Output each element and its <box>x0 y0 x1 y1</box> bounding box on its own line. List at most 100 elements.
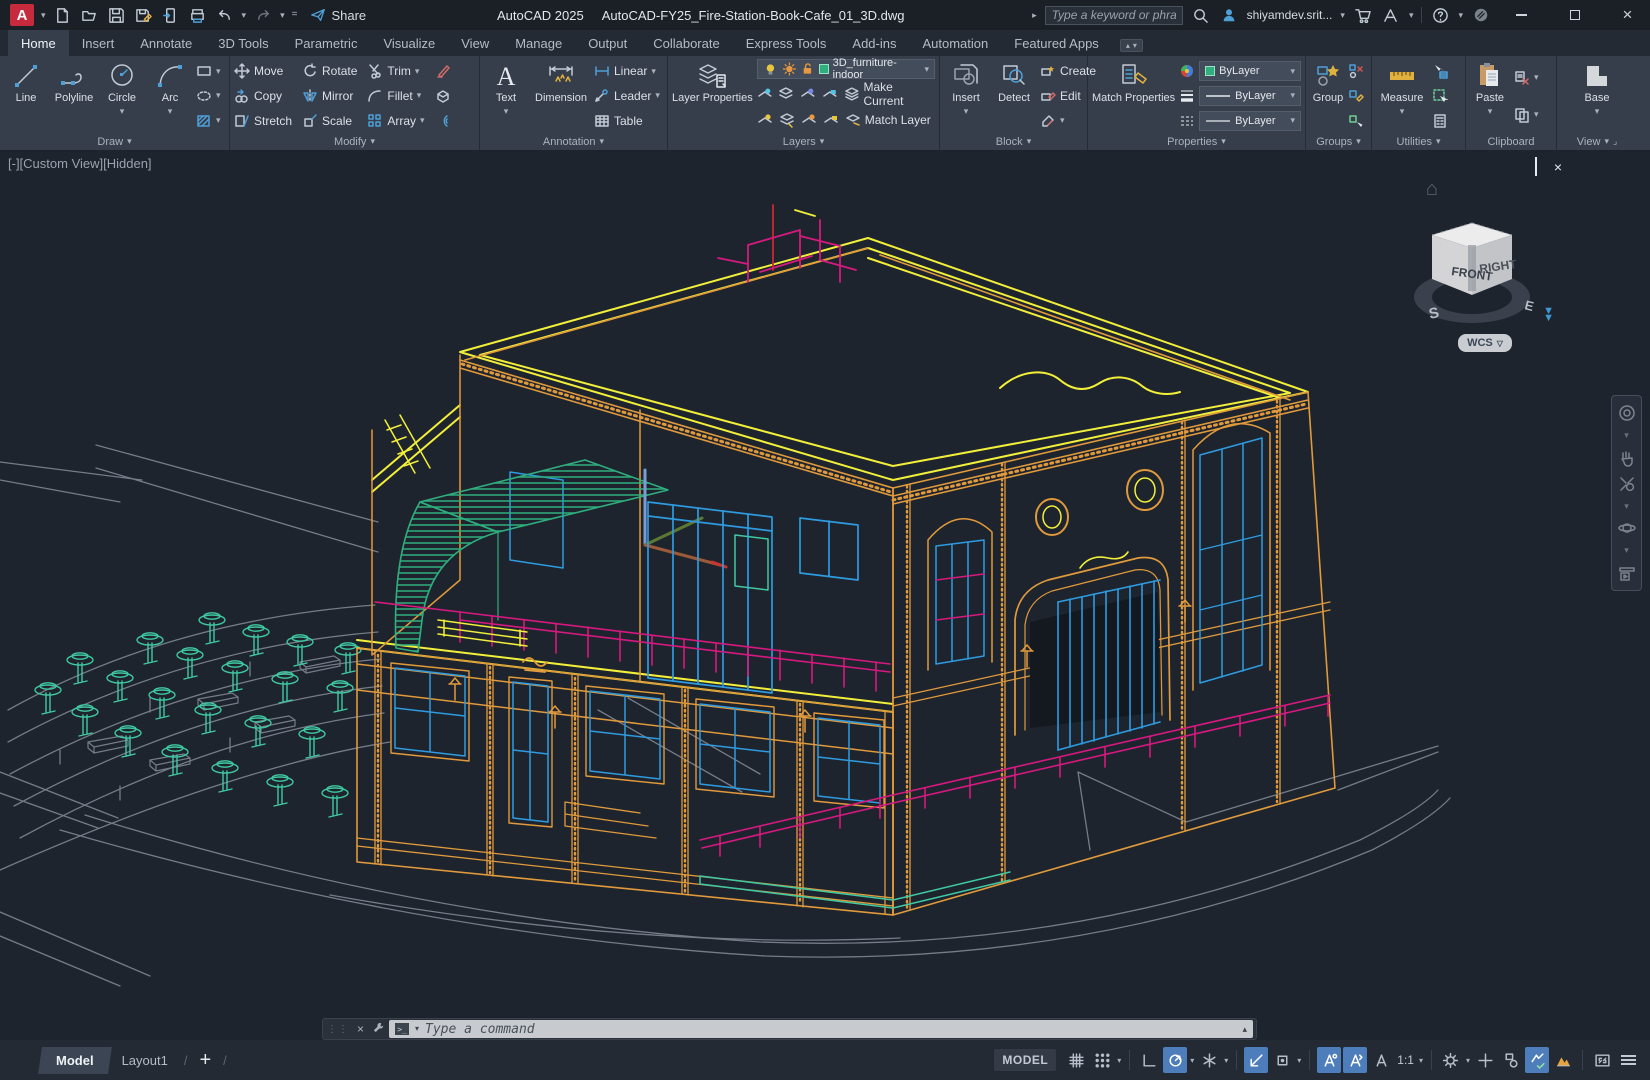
layer-on-icon[interactable] <box>757 112 773 128</box>
layer-unlock-icon[interactable] <box>823 112 839 128</box>
leader-button[interactable]: Leader▾ <box>594 84 660 107</box>
tab-add-ins[interactable]: Add-ins <box>839 30 909 56</box>
group-edit-icon[interactable] <box>1348 84 1364 107</box>
tab-automation[interactable]: Automation <box>909 30 1001 56</box>
command-input[interactable] <box>425 1022 1236 1037</box>
quick-select-icon[interactable] <box>1432 60 1448 83</box>
tab-parametric[interactable]: Parametric <box>282 30 371 56</box>
fullscreen-icon[interactable] <box>1590 1047 1614 1073</box>
fillet-button[interactable]: Fillet▾ <box>367 84 424 107</box>
viewcube-expand-chevrons-icon[interactable]: ▼▼ <box>1543 308 1554 321</box>
isolate-objects-icon[interactable] <box>1499 1047 1523 1073</box>
orbit-chevron-icon[interactable]: ▾ <box>1624 546 1629 555</box>
tab-output[interactable]: Output <box>575 30 640 56</box>
object-snap-tracking-toggle[interactable] <box>1244 1047 1268 1073</box>
viewcube-home-icon[interactable]: ⌂ <box>1426 178 1438 201</box>
match-properties-button[interactable]: Match Properties <box>1092 59 1175 133</box>
search-input[interactable] <box>1045 6 1183 25</box>
object-color-combo[interactable]: ByLayer▾ <box>1199 61 1301 81</box>
share-button[interactable]: Share <box>310 7 366 23</box>
copy-button[interactable]: Copy <box>234 84 292 107</box>
panel-label-properties[interactable]: Properties▾ <box>1088 133 1305 150</box>
grid-display-toggle[interactable] <box>1064 1047 1088 1073</box>
stretch-button[interactable]: Stretch <box>234 109 292 132</box>
model-tab[interactable]: Model <box>38 1047 111 1074</box>
isometric-drafting-toggle[interactable] <box>1197 1047 1221 1073</box>
new-layout-button[interactable]: + <box>191 1049 219 1072</box>
clean-screen-icon[interactable] <box>1551 1047 1575 1073</box>
viewport-close-icon[interactable]: × <box>1554 159 1562 175</box>
show-motion-icon[interactable] <box>1618 564 1636 582</box>
panel-label-draw[interactable]: Draw▾ <box>0 133 229 150</box>
tab-annotate[interactable]: Annotate <box>127 30 205 56</box>
circle-button[interactable]: Circle▾ <box>100 59 144 133</box>
ellipse-button[interactable]: ▾ <box>196 84 221 107</box>
command-bar-customize-icon[interactable] <box>368 1021 389 1037</box>
orbit-icon[interactable] <box>1618 519 1636 537</box>
insert-block-button[interactable]: Insert▾ <box>944 59 988 133</box>
viewport-restore-icon[interactable] <box>1535 158 1537 176</box>
copy-clip-icon[interactable]: ▾ <box>1514 103 1539 126</box>
recent-commands-chevron-icon[interactable]: ▾ <box>415 1025 419 1033</box>
app-menu-button[interactable]: A <box>10 4 34 26</box>
pan-icon[interactable] <box>1618 449 1636 467</box>
move-button[interactable]: Move <box>234 60 292 83</box>
tab-featured-apps[interactable]: Featured Apps <box>1001 30 1112 56</box>
annotation-scale-icon[interactable] <box>1369 1047 1393 1073</box>
base-view-button[interactable]: Base▾ <box>1575 59 1619 133</box>
panel-label-annotation[interactable]: Annotation▾ <box>480 133 667 150</box>
line-button[interactable]: Line <box>4 59 48 133</box>
trim-button[interactable]: Trim▾ <box>367 60 424 83</box>
rectangle-button[interactable]: ▾ <box>196 60 221 83</box>
tab-view[interactable]: View <box>448 30 502 56</box>
isometric-chevron-icon[interactable]: ▾ <box>1223 1056 1229 1065</box>
signed-in-user[interactable]: shiyamdev.srit... <box>1247 8 1333 22</box>
explode-button[interactable] <box>435 84 451 107</box>
zoom-chevron-icon[interactable]: ▾ <box>1624 502 1629 511</box>
layer-thaw-icon[interactable] <box>801 112 817 128</box>
ortho-mode-toggle[interactable] <box>1137 1047 1161 1073</box>
model-space-viewport[interactable]: [-][Custom View][Hidden] × ⌂ S E FRONT R… <box>0 150 1650 1040</box>
object-color-wheel-icon[interactable] <box>1179 60 1195 83</box>
table-button[interactable]: Table <box>594 109 660 132</box>
autodesk-app-chevron-icon[interactable]: ▾ <box>1409 11 1414 20</box>
graphics-performance-toggle[interactable] <box>1525 1047 1549 1073</box>
model-space-badge[interactable]: MODEL <box>994 1049 1056 1071</box>
tab-manage[interactable]: Manage <box>502 30 575 56</box>
open-from-mobile-icon[interactable] <box>161 5 181 25</box>
user-menu-chevron-icon[interactable]: ▾ <box>1340 11 1345 20</box>
panel-label-utilities[interactable]: Utilities▾ <box>1372 133 1465 150</box>
object-snap-chevron-icon[interactable]: ▾ <box>1296 1056 1302 1065</box>
layer-freeze-icon[interactable] <box>800 86 816 102</box>
snap-chevron-icon[interactable]: ▾ <box>1116 1056 1122 1065</box>
annotation-scale-value[interactable]: 1:1 <box>1395 1053 1416 1067</box>
annotation-visibility-toggle[interactable] <box>1317 1047 1341 1073</box>
detect-button[interactable]: Detect <box>992 59 1036 133</box>
app-store-cart-icon[interactable] <box>1353 5 1373 25</box>
hatch-button[interactable]: ▾ <box>196 109 221 132</box>
snap-mode-toggle[interactable] <box>1090 1047 1114 1073</box>
redo-chevron-icon[interactable]: ▾ <box>280 11 285 20</box>
ungroup-icon[interactable] <box>1348 60 1364 83</box>
search-icon[interactable] <box>1191 5 1211 25</box>
lineweight-combo[interactable]: ByLayer▾ <box>1199 86 1301 106</box>
viewcube[interactable]: S E FRONT RIGHT <box>1400 205 1550 335</box>
undo-icon[interactable] <box>215 5 235 25</box>
command-bar-grip[interactable]: ⋮⋮ <box>323 1024 353 1035</box>
status-customization-hamburger-icon[interactable] <box>1616 1047 1640 1073</box>
help-icon[interactable] <box>1430 5 1450 25</box>
object-snap-toggle[interactable] <box>1270 1047 1294 1073</box>
tab-home[interactable]: Home <box>8 30 69 56</box>
paste-button[interactable]: Paste▾ <box>1470 59 1510 133</box>
workspace-gear-icon[interactable] <box>1439 1047 1463 1073</box>
command-input-field[interactable]: >_ ▾ ▴ <box>389 1020 1253 1038</box>
linetype-combo[interactable]: ByLayer▾ <box>1199 111 1301 131</box>
panel-label-block[interactable]: Block▾ <box>940 133 1087 150</box>
array-button[interactable]: Array▾ <box>367 109 424 132</box>
layer-selector-combo[interactable]: 3D_furniture-indoor ▾ <box>757 59 935 79</box>
save-as-icon[interactable] <box>134 5 154 25</box>
cut-icon[interactable]: ▾ <box>1514 66 1539 89</box>
polyline-button[interactable]: Polyline <box>52 59 96 133</box>
navigation-wheel-icon[interactable] <box>1618 404 1636 422</box>
layer-properties-button[interactable]: Layer Properties <box>672 59 753 133</box>
